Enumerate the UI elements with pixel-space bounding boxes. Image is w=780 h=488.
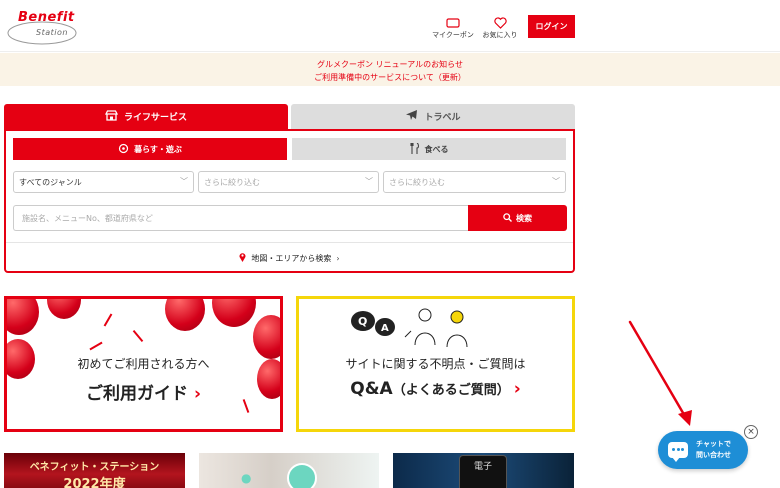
tab-life-service-label: ライフサービス [123,113,187,123]
promo-thumbnail-badge [287,463,317,488]
promo-thumbnail-year: 2022年度 [63,477,126,488]
faq-banner-title: Q&A（よくあるご質問） › [299,379,572,399]
chevron-down-icon: ﹀ [365,177,373,186]
search-button[interactable]: 検索 [468,205,567,231]
site-header: Benefit Station マイクーポン お気に入り ログイン [0,0,780,52]
tab-travel[interactable]: トラベル [291,104,575,129]
balloon-decoration [253,315,280,359]
promo-thumbnail-ebook[interactable]: 電子 [393,453,574,488]
promo-thumbnail-title: ベネフィット・ステーション [29,462,160,473]
ticket-icon [428,14,478,28]
tab-travel-label: トラベル [424,113,461,123]
keyword-search-input[interactable] [13,205,468,231]
search-panel: 暮らす・遊ぶ 食べる すべてのジャンル ﹀ さらに絞り込む ﹀ さらに絞り込む … [4,129,575,273]
svg-text:Q: Q [358,315,367,328]
favorites-label: お気に入り [482,31,518,39]
confetti-decoration [103,313,113,327]
balloon-decoration [47,299,81,319]
confetti-decoration [89,341,103,351]
chat-inquiry-label-line2: 問い合わせ [696,451,731,459]
login-button[interactable]: ログイン [528,15,575,38]
faq-banner-subtitle: サイトに関する不明点・ご質問は [345,357,526,371]
faq-banner[interactable]: Q A サイトに関する不明点・ご質問は Q&A（よくあるご質問） › [296,296,575,432]
balloon-decoration [165,299,205,331]
my-coupon-label: マイクーポン [432,31,474,39]
map-area-search-label: 地図・エリアから検索 [251,253,332,263]
chat-inquiry-button[interactable]: チャットで 問い合わせ [658,431,748,469]
subtab-live-play[interactable]: 暮らす・遊ぶ [13,138,287,160]
chat-inquiry-label-line1: チャットで [696,440,731,448]
notice-link-gourmet[interactable]: グルメクーポン リニューアルのお知らせ [0,58,780,71]
sparkle-icon [118,143,129,156]
chevron-right-icon: › [336,253,340,263]
guide-banner-title-text: ご利用ガイド [85,384,188,404]
genre-select[interactable]: すべてのジャンル ﹀ [13,171,194,193]
svg-text:A: A [381,323,389,334]
logo-text-benefit: Benefit [18,10,75,25]
airplane-icon [405,109,418,124]
panel-divider [6,242,573,243]
my-coupon-link[interactable]: マイクーポン [428,14,478,40]
faq-banner-title-sub: （よくあるご質問） [392,383,510,398]
narrow-select-2-value: さらに絞り込む [389,177,445,187]
search-tabs: ライフサービス トラベル [4,104,575,129]
search-icon [503,212,512,224]
guide-banner-subtitle: 初めてご利用される方へ [77,357,210,371]
chevron-down-icon: ﹀ [180,177,188,186]
balloon-decoration [7,299,39,335]
promo-thumbnail-device-label: 電子 [473,462,492,472]
subtab-live-play-label: 暮らす・遊ぶ [134,144,182,154]
balloon-decoration [212,299,256,327]
favorites-link[interactable]: お気に入り [475,14,525,40]
subtab-eat-label: 食べる [424,144,449,154]
guide-banner-title: ご利用ガイド › [7,379,280,404]
promo-thumbnail-lifestyle[interactable]: ● [199,453,379,488]
shop-icon [104,109,119,124]
promo-thumbnail-shape: ● [241,471,252,485]
narrow-select-1[interactable]: さらに絞り込む ﹀ [198,171,379,193]
annotation-arrow [628,320,692,426]
chevron-right-icon: › [513,379,521,399]
page: Benefit Station マイクーポン お気に入り ログイン グルメクーポ… [0,0,780,488]
notice-link-services[interactable]: ご利用準備中のサービスについて（更新） [0,71,780,84]
tab-life-service[interactable]: ライフサービス [4,104,288,129]
chevron-right-icon: › [193,384,201,404]
usage-guide-banner[interactable]: 初めてご利用される方へ ご利用ガイド › [4,296,283,432]
cutlery-icon [409,142,420,156]
map-pin-icon [239,252,246,264]
confetti-decoration [132,329,144,343]
map-area-search-link[interactable]: 地図・エリアから検索 › [6,248,573,268]
notice-bar: グルメクーポン リニューアルのお知らせ ご利用準備中のサービスについて（更新） [0,53,780,86]
search-button-label: 検索 [516,213,532,223]
chat-close-button[interactable]: × [744,425,758,439]
subtab-eat[interactable]: 食べる [292,138,566,160]
chat-bubble-icon [668,442,688,462]
qa-illustration: Q A [351,308,468,348]
heart-icon [475,14,525,29]
logo-text-station: Station [36,28,68,37]
genre-select-value: すべてのジャンル [19,177,82,187]
narrow-select-2[interactable]: さらに絞り込む ﹀ [383,171,566,193]
faq-banner-title-main: Q&A [350,379,393,399]
benefit-station-logo[interactable]: Benefit Station [6,8,78,46]
promo-thumbnail-2022[interactable]: ベネフィット・ステーション 2022年度 [4,453,185,488]
narrow-select-1-value: さらに絞り込む [204,177,260,187]
chevron-down-icon: ﹀ [552,177,560,186]
chat-inquiry-label: チャットで 問い合わせ [696,439,731,461]
